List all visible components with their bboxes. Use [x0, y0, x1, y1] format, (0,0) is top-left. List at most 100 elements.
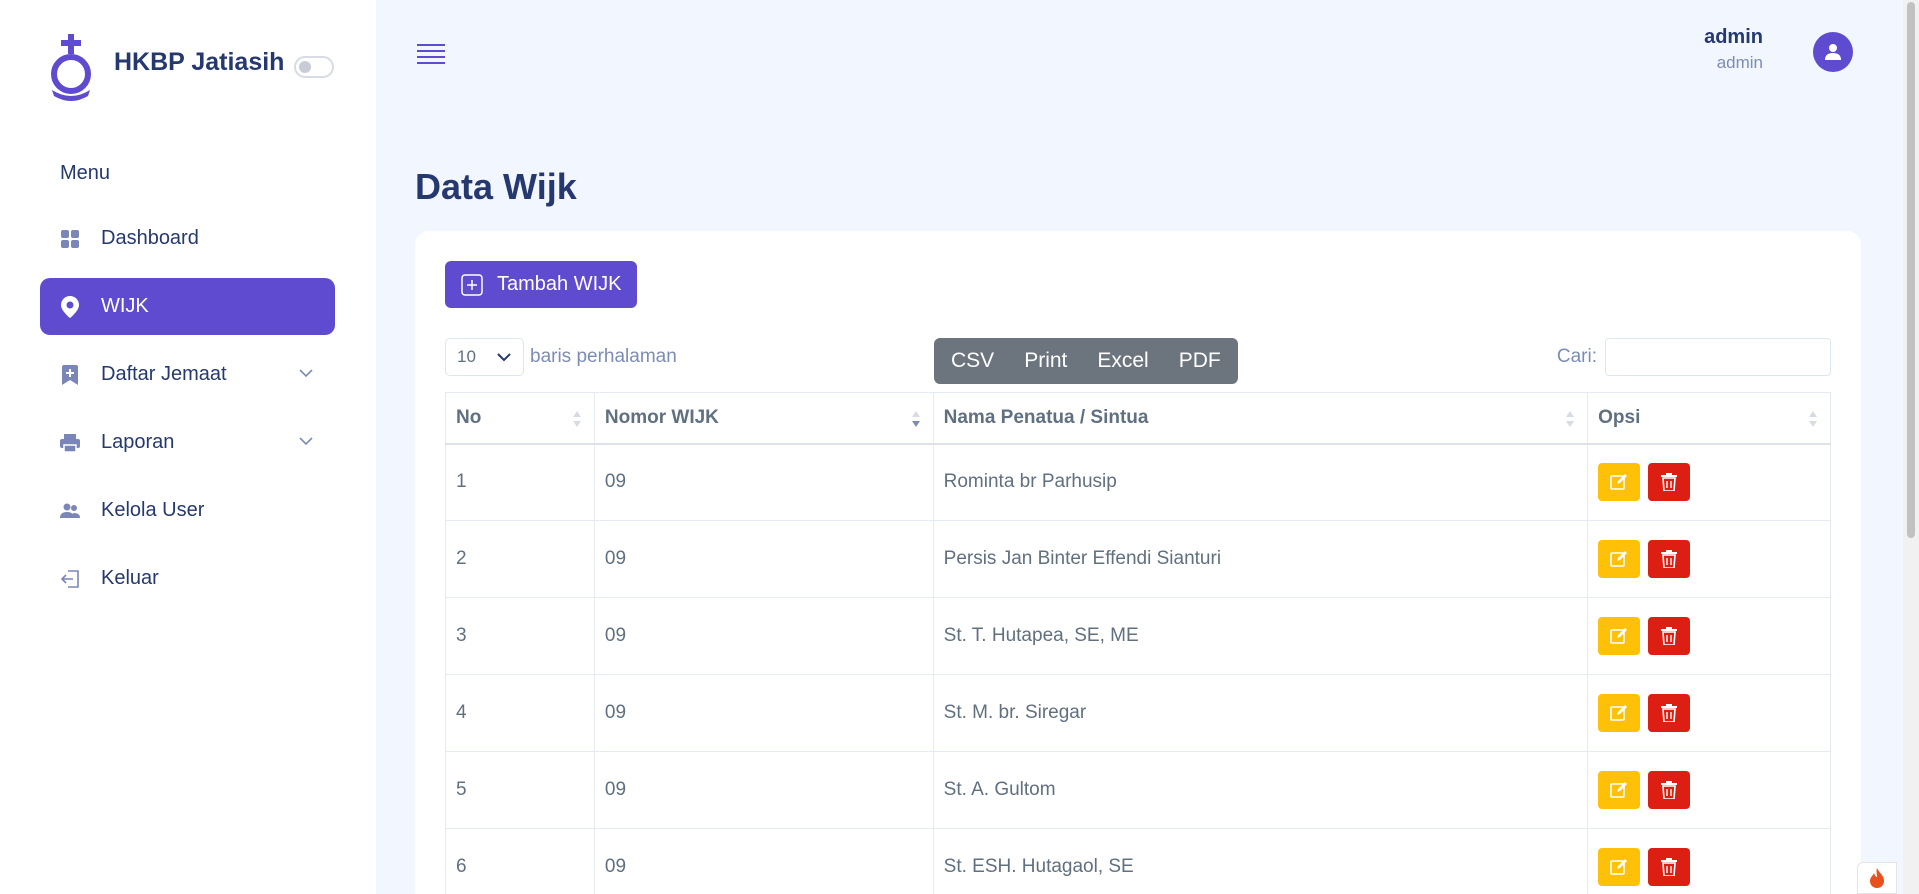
grid-icon — [60, 229, 80, 249]
wijk-table: No Nomor WIJK Nama Penatua / Sintua Opsi… — [445, 392, 1831, 894]
edit-icon — [1610, 550, 1628, 568]
church-logo-icon[interactable] — [46, 32, 96, 102]
sidebar-item-label: Daftar Jemaat — [101, 363, 227, 385]
page-length-control: 10 baris perhalaman — [445, 338, 677, 376]
brand-name[interactable]: HKBP Jatiasih — [114, 48, 284, 77]
hamburger-menu-icon[interactable] — [417, 42, 445, 66]
table-row: 1 09 Rominta br Parhusip — [445, 443, 1831, 521]
column-header-no[interactable]: No — [445, 392, 595, 445]
cell-nama: St. T. Hutapea, SE, ME — [932, 597, 1589, 675]
cell-no: 4 — [445, 674, 595, 752]
trash-icon — [1661, 627, 1678, 645]
delete-button[interactable] — [1648, 540, 1691, 578]
cell-no: 3 — [445, 597, 595, 675]
avatar[interactable] — [1813, 32, 1853, 72]
sidebar-item-label: WIJK — [101, 295, 149, 317]
cell-opsi — [1587, 674, 1831, 752]
search-label: Cari: — [1556, 346, 1597, 367]
cell-opsi — [1587, 597, 1831, 675]
user-info[interactable]: admin admin — [1704, 26, 1763, 73]
sidebar-item-label: Keluar — [101, 567, 159, 589]
edit-button[interactable] — [1598, 540, 1641, 578]
add-wijk-button[interactable]: Tambah WIJK — [445, 261, 638, 308]
sidebar-item-daftar-jemaat[interactable]: Daftar Jemaat — [40, 346, 335, 403]
logout-icon — [60, 569, 80, 589]
sidebar-item-keluar[interactable]: Keluar — [40, 550, 335, 607]
people-icon — [60, 501, 80, 521]
column-header-label: Opsi — [1598, 406, 1641, 428]
cell-no: 6 — [445, 828, 595, 894]
cell-nomor-wijk: 09 — [593, 443, 934, 521]
export-print-button[interactable]: Print — [1009, 338, 1082, 384]
edit-button[interactable] — [1598, 771, 1641, 809]
add-wijk-label: Tambah WIJK — [497, 273, 622, 295]
user-role: admin — [1716, 53, 1763, 72]
column-header-nomor-wijk[interactable]: Nomor WIJK — [593, 392, 934, 445]
sidebar-item-label: Laporan — [101, 431, 175, 453]
export-button-group: CSV Print Excel PDF — [934, 338, 1238, 384]
edit-button[interactable] — [1598, 463, 1641, 502]
sort-icon — [1566, 411, 1575, 427]
theme-toggle[interactable] — [294, 56, 335, 78]
export-pdf-button[interactable]: PDF — [1164, 338, 1236, 384]
user-icon — [1825, 44, 1841, 60]
sidebar-item-laporan[interactable]: Laporan — [40, 414, 335, 471]
sidebar-item-kelola-user[interactable]: Kelola User — [40, 482, 335, 539]
sidebar-item-wijk[interactable]: WIJK — [40, 278, 335, 335]
menu-title: Menu — [60, 162, 111, 184]
export-excel-button[interactable]: Excel — [1082, 338, 1163, 384]
edit-icon — [1610, 473, 1628, 491]
column-header-label: Nomor WIJK — [604, 406, 719, 428]
edit-icon — [1610, 704, 1628, 722]
sidebar-menu: Dashboard WIJK Daftar Jemaat Laporan Kel… — [40, 210, 335, 618]
toggle-knob — [299, 61, 312, 73]
page-length-select[interactable]: 10 — [445, 338, 524, 376]
cell-nomor-wijk: 09 — [593, 828, 934, 894]
delete-button[interactable] — [1648, 694, 1691, 732]
delete-button[interactable] — [1648, 848, 1691, 886]
column-header-opsi[interactable]: Opsi — [1587, 392, 1831, 445]
edit-button[interactable] — [1598, 848, 1641, 886]
sidebar-item-label: Dashboard — [101, 227, 199, 249]
edit-icon — [1610, 627, 1628, 645]
page-scrollbar[interactable] — [1903, 0, 1919, 894]
chevron-down-icon[interactable] — [299, 434, 313, 448]
page-length-value: 10 — [457, 347, 476, 366]
scrollbar-thumb[interactable] — [1907, 2, 1915, 538]
cell-opsi — [1587, 828, 1831, 894]
cell-no: 1 — [445, 443, 595, 521]
cell-nama: St. ESH. Hutagaol, SE — [932, 828, 1589, 894]
chevron-down-icon[interactable] — [299, 366, 313, 380]
table-row: 3 09 St. T. Hutapea, SE, ME — [445, 597, 1831, 675]
cell-nomor-wijk: 09 — [593, 597, 934, 675]
sort-descending-icon — [911, 411, 920, 427]
cell-opsi — [1587, 520, 1831, 598]
edit-button[interactable] — [1598, 694, 1641, 732]
brand: HKBP Jatiasih — [46, 32, 335, 102]
page-title: Data Wijk — [415, 166, 577, 207]
cell-nama: St. M. br. Siregar — [932, 674, 1589, 752]
column-header-label: Nama Penatua / Sintua — [943, 406, 1149, 428]
delete-button[interactable] — [1648, 617, 1691, 655]
corner-badge[interactable] — [1857, 862, 1897, 894]
column-header-nama[interactable]: Nama Penatua / Sintua — [932, 392, 1589, 445]
table-header-row: No Nomor WIJK Nama Penatua / Sintua Opsi — [445, 392, 1831, 445]
delete-button[interactable] — [1648, 771, 1691, 809]
table-row: 2 09 Persis Jan Binter Effendi Sianturi — [445, 520, 1831, 598]
delete-button[interactable] — [1648, 463, 1691, 502]
edit-icon — [1610, 858, 1628, 876]
column-header-label: No — [456, 406, 482, 428]
edit-button[interactable] — [1598, 617, 1641, 655]
content-card: Tambah WIJK 10 baris perhalaman CSV Prin… — [415, 231, 1861, 894]
export-csv-button[interactable]: CSV — [936, 338, 1009, 384]
table-row: 5 09 St. A. Gultom — [445, 751, 1831, 829]
page-length-label: baris perhalaman — [530, 346, 677, 367]
flame-icon — [1870, 868, 1884, 888]
cell-opsi — [1587, 751, 1831, 829]
search-input[interactable] — [1605, 338, 1831, 376]
table-row: 6 09 St. ESH. Hutagaol, SE — [445, 828, 1831, 894]
trash-icon — [1661, 858, 1678, 876]
cell-nomor-wijk: 09 — [593, 674, 934, 752]
map-pin-icon — [60, 295, 80, 318]
sidebar-item-dashboard[interactable]: Dashboard — [40, 210, 335, 267]
